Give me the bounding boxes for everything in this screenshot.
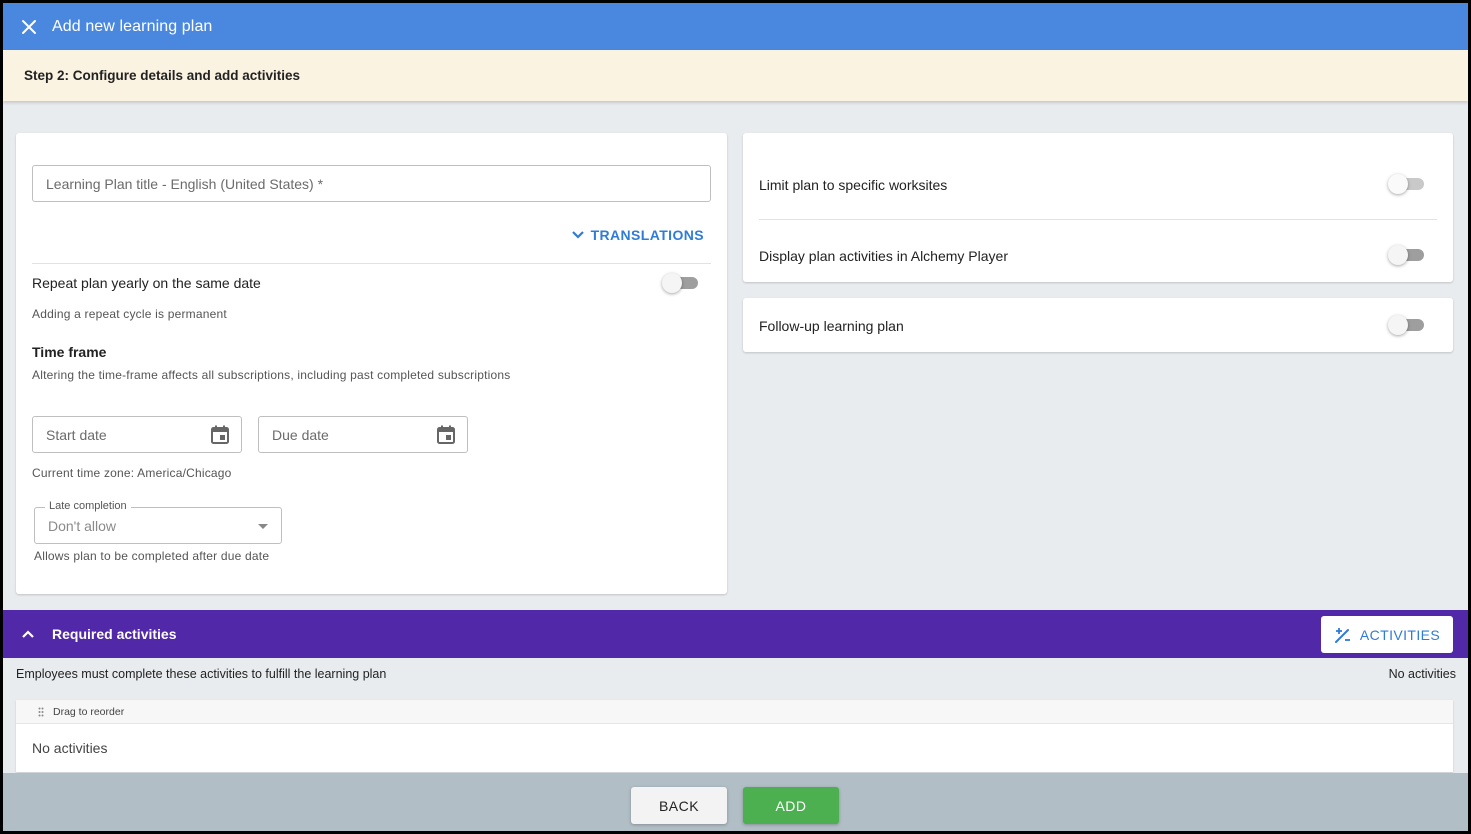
dialog-footer: BACK ADD — [3, 773, 1468, 831]
chevron-up-icon — [22, 630, 34, 638]
drag-to-reorder-label: Drag to reorder — [53, 705, 125, 718]
time-frame-helper: Altering the time-frame affects all subs… — [32, 368, 511, 382]
divider — [32, 263, 711, 264]
edit-list-icon — [1334, 627, 1350, 643]
activities-table: Drag to reorder No activities — [16, 700, 1453, 772]
late-completion-label: Late completion — [45, 500, 131, 512]
activities-button-label: ACTIVITIES — [1359, 626, 1441, 643]
translations-label: TRANSLATIONS — [590, 227, 704, 243]
caret-down-icon — [258, 524, 268, 529]
followup-label: Follow-up learning plan — [759, 318, 904, 334]
dialog-header: Add new learning plan — [3, 3, 1468, 50]
translations-toggle[interactable]: TRANSLATIONS — [571, 227, 704, 243]
display-alchemy-label: Display plan activities in Alchemy Playe… — [759, 248, 1008, 264]
followup-toggle[interactable] — [1388, 315, 1426, 335]
chevron-down-icon — [571, 231, 584, 239]
start-date-placeholder: Start date — [46, 426, 107, 443]
repeat-yearly-toggle[interactable] — [662, 273, 700, 293]
plan-settings-card: Limit plan to specific worksites Display… — [743, 133, 1453, 282]
drag-handle-icon[interactable] — [38, 707, 44, 717]
back-button[interactable]: BACK — [631, 787, 727, 824]
followup-card: Follow-up learning plan — [743, 298, 1453, 352]
step-banner: Step 2: Configure details and add activi… — [3, 50, 1468, 101]
due-date-input[interactable]: Due date — [258, 416, 468, 453]
limit-worksites-toggle[interactable] — [1388, 174, 1426, 194]
table-header: Drag to reorder — [16, 700, 1453, 724]
late-completion-select[interactable]: Late completion Don't allow — [34, 500, 282, 544]
dialog-title: Add new learning plan — [52, 17, 213, 35]
dialog: Add new learning plan Step 2: Configure … — [3, 3, 1468, 831]
empty-state-text: No activities — [32, 740, 108, 756]
calendar-icon[interactable] — [209, 424, 231, 446]
due-date-placeholder: Due date — [272, 426, 329, 443]
late-completion-helper: Allows plan to be completed after due da… — [34, 549, 270, 563]
divider — [759, 219, 1437, 220]
close-button[interactable] — [16, 14, 42, 40]
limit-worksites-label: Limit plan to specific worksites — [759, 177, 948, 193]
required-activities-header: Required activities ACTIVITIES — [3, 610, 1468, 658]
repeat-yearly-label: Repeat plan yearly on the same date — [32, 275, 261, 291]
plan-details-card: TRANSLATIONS Repeat plan yearly on the s… — [16, 133, 727, 594]
close-icon — [22, 19, 36, 34]
required-activities-title: Required activities — [52, 626, 177, 642]
late-completion-value: Don't allow — [48, 518, 117, 534]
repeat-helper-text: Adding a repeat cycle is permanent — [32, 307, 227, 321]
time-frame-heading: Time frame — [32, 344, 107, 360]
required-activities-description: Employees must complete these activities… — [16, 667, 387, 681]
start-date-input[interactable]: Start date — [32, 416, 242, 453]
add-button[interactable]: ADD — [743, 787, 839, 824]
collapse-button[interactable] — [16, 622, 40, 646]
calendar-icon[interactable] — [435, 424, 457, 446]
add-activities-button[interactable]: ACTIVITIES — [1321, 616, 1453, 653]
timezone-text: Current time zone: America/Chicago — [32, 466, 232, 480]
plan-title-input[interactable] — [32, 165, 711, 202]
display-alchemy-toggle[interactable] — [1388, 245, 1426, 265]
activities-count: No activities — [1388, 667, 1456, 681]
